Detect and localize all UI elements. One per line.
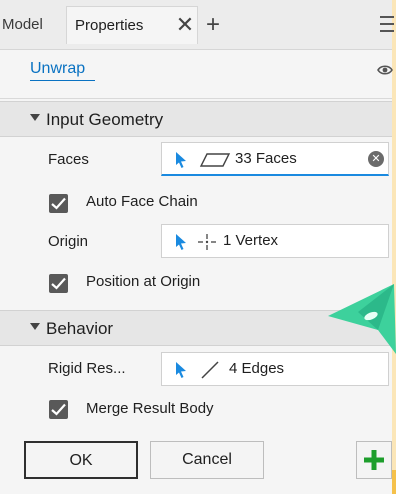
select-arrow-icon <box>176 362 186 378</box>
auto-face-chain-checkbox[interactable] <box>49 194 68 213</box>
collapse-triangle-icon <box>30 114 40 121</box>
rigid-selector[interactable]: 4 Edges <box>161 352 389 386</box>
vertex-crosshair-icon <box>198 234 216 250</box>
properties-panel: Model Properties ✕ + Unwrap Input Geomet… <box>0 0 394 494</box>
rigid-label: Rigid Res... <box>48 360 126 377</box>
select-arrow-icon <box>176 234 186 250</box>
faces-value: 33 Faces <box>235 150 297 167</box>
apply-plus-button[interactable] <box>356 441 392 479</box>
auto-face-chain-label: Auto Face Chain <box>86 193 198 210</box>
section-label: Input Geometry <box>46 110 164 129</box>
origin-label: Origin <box>48 233 89 250</box>
add-tab-icon[interactable]: + <box>200 6 226 44</box>
faces-label: Faces <box>48 151 89 168</box>
merge-result-body-label: Merge Result Body <box>86 400 214 417</box>
clear-x-icon[interactable]: ✕ <box>368 151 384 167</box>
cancel-button[interactable]: Cancel <box>150 441 264 479</box>
plus-icon <box>364 450 384 470</box>
origin-value: 1 Vertex <box>223 232 279 249</box>
viewport-gizmo[interactable] <box>328 282 396 356</box>
rigid-value: 4 Edges <box>229 360 285 377</box>
ok-button[interactable]: OK <box>24 441 138 479</box>
divider <box>0 98 392 99</box>
edge-line-icon <box>201 361 219 379</box>
position-at-origin-checkbox[interactable] <box>49 274 68 293</box>
position-at-origin-label: Position at Origin <box>86 273 201 290</box>
hamburger-menu-icon[interactable] <box>380 16 394 34</box>
merge-result-body-checkbox[interactable] <box>49 400 68 419</box>
section-input-geometry[interactable]: Input Geometry <box>0 101 392 137</box>
tab-bar: Model Properties ✕ + <box>0 0 394 50</box>
faces-selector[interactable]: 33 Faces ✕ <box>161 142 389 176</box>
select-arrow-icon <box>176 152 186 168</box>
eye-icon[interactable] <box>377 63 393 77</box>
section-label: Behavior <box>46 319 114 338</box>
face-parallelogram-icon <box>199 153 231 167</box>
collapse-triangle-icon <box>30 323 40 330</box>
tab-model[interactable]: Model <box>0 12 66 38</box>
close-tab-icon[interactable]: ✕ <box>172 6 198 44</box>
origin-selector[interactable]: 1 Vertex <box>161 224 389 258</box>
command-title[interactable]: Unwrap <box>30 60 96 81</box>
